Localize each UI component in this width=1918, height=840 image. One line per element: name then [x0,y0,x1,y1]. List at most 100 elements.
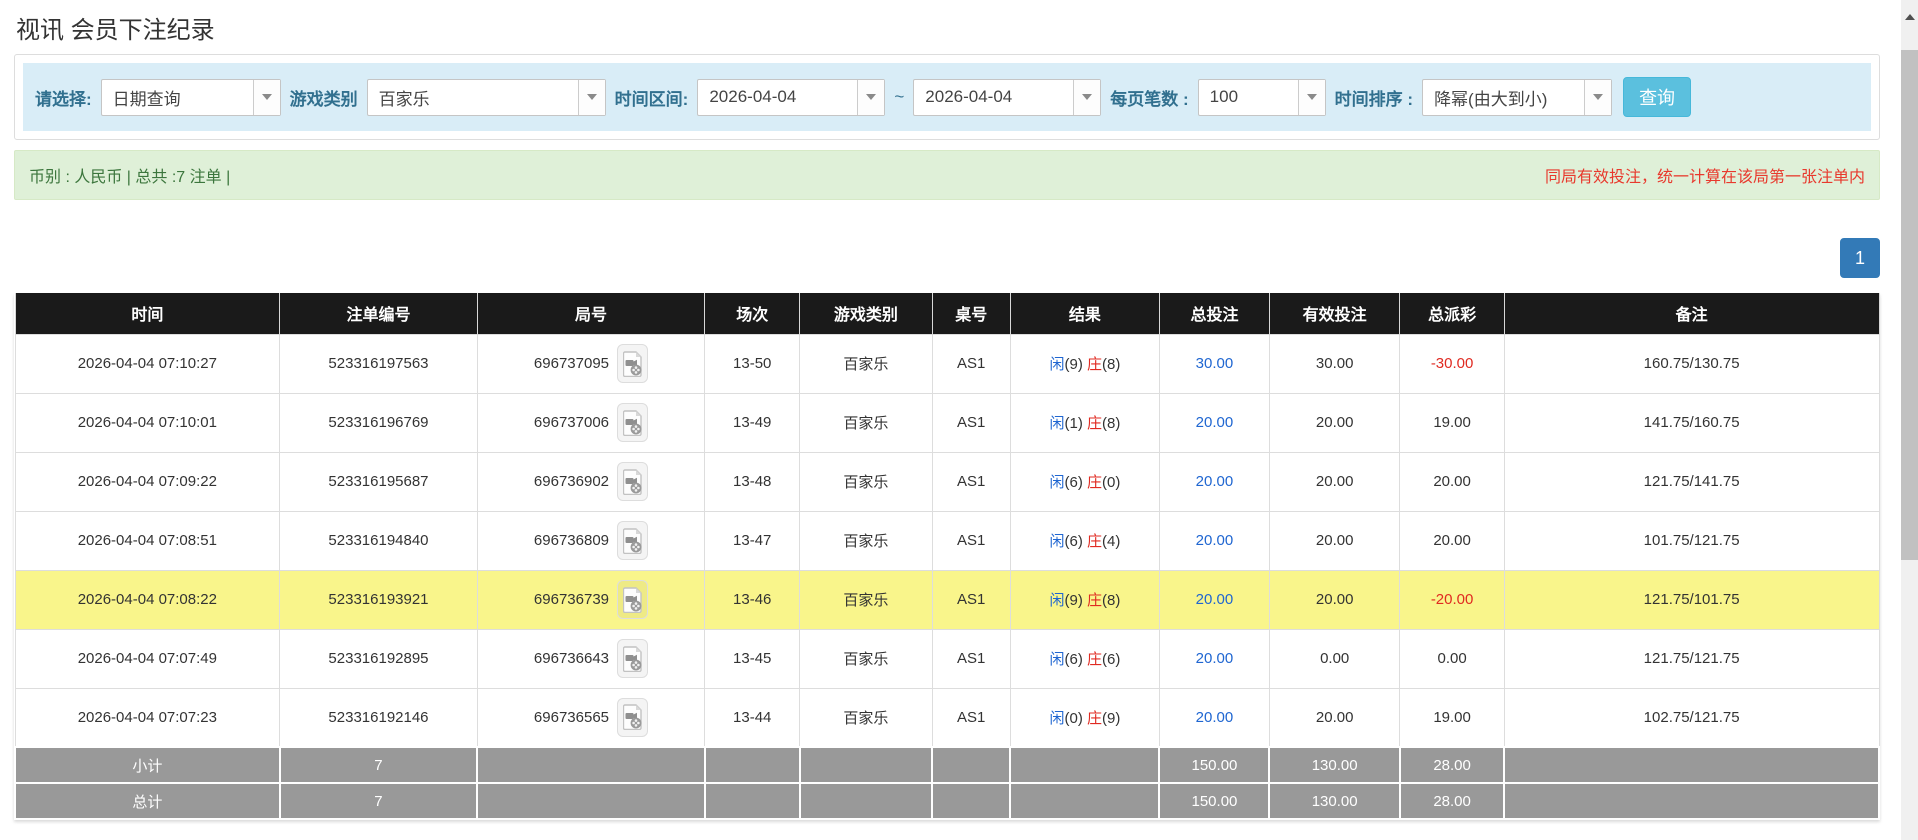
result-banker-label: 庄 [1087,356,1102,373]
page-1-button[interactable]: 1 [1840,238,1880,278]
result-player-score: (6) [1064,533,1082,550]
cell-payout: 0.00 [1400,629,1504,688]
result-banker-label: 庄 [1087,710,1102,727]
cell-time: 2026-04-04 07:07:49 [15,629,280,688]
cell-result: 闲(9) 庄(8) [1010,570,1159,629]
cell-total-bet: 30.00 [1159,334,1269,393]
cell-bet-id: 523316192146 [280,688,478,747]
cell-remark: 121.75/101.75 [1504,570,1879,629]
col-header-game-type: 游戏类别 [800,293,932,334]
total-valid-bet: 130.00 [1269,783,1399,819]
total-bet-link[interactable]: 20.00 [1196,473,1234,490]
total-bet-link[interactable]: 20.00 [1196,709,1234,726]
cell-time: 2026-04-04 07:08:51 [15,511,280,570]
currency-summary-text: 币别 : 人民币 | 总共 :7 注单 | [29,163,230,187]
vertical-scrollbar[interactable] [1901,0,1918,840]
result-player-score: (9) [1064,592,1082,609]
total-bet-link[interactable]: 20.00 [1196,591,1234,608]
table-row: 2026-04-04 07:07:49 523316192895 6967366… [15,629,1879,688]
cell-game-type: 百家乐 [800,511,932,570]
cell-valid-bet: 0.00 [1269,629,1399,688]
total-bet-link[interactable]: 20.00 [1196,532,1234,549]
round-number: 696736809 [534,532,609,549]
cell-payout: 20.00 [1400,452,1504,511]
cell-valid-bet: 20.00 [1269,688,1399,747]
subtotal-payout: 28.00 [1400,747,1504,783]
per-page-label: 每页笔数 : [1110,85,1188,110]
video-replay-button[interactable] [617,580,648,619]
video-record-icon [623,587,643,613]
cell-time: 2026-04-04 07:10:01 [15,393,280,452]
cell-valid-bet: 20.00 [1269,452,1399,511]
result-banker-label: 庄 [1087,592,1102,609]
cell-remark: 141.75/160.75 [1504,393,1879,452]
cell-payout: 20.00 [1400,511,1504,570]
cell-game-type: 百家乐 [800,393,932,452]
page-title: 视讯 会员下注纪录 [16,10,1880,45]
result-banker-score: (0) [1102,474,1120,491]
chevron-down-icon [1298,80,1325,115]
cell-round: 696736809 [477,511,704,570]
video-replay-button[interactable] [617,698,648,737]
cell-remark: 121.75/121.75 [1504,629,1879,688]
chevron-down-icon [1073,80,1100,115]
col-header-total-bet: 总投注 [1159,293,1269,334]
cell-session: 13-46 [705,570,800,629]
cell-table-no: AS1 [932,570,1010,629]
cell-time: 2026-04-04 07:07:23 [15,688,280,747]
cell-result: 闲(6) 庄(4) [1010,511,1159,570]
video-replay-button[interactable] [617,639,648,678]
video-replay-button[interactable] [617,403,648,442]
video-record-icon [623,646,643,672]
round-number: 696737095 [534,355,609,372]
time-range-label: 时间区间: [615,85,689,110]
total-bet-link[interactable]: 30.00 [1196,355,1234,372]
game-type-dropdown[interactable]: 百家乐 [367,79,606,116]
cell-bet-id: 523316196769 [280,393,478,452]
per-page-dropdown[interactable]: 100 [1198,79,1326,116]
result-banker-score: (8) [1102,415,1120,432]
scrollbar-thumb[interactable] [1901,50,1918,560]
date-to-dropdown[interactable]: 2026-04-04 [913,79,1101,116]
total-bet-link[interactable]: 20.00 [1196,414,1234,431]
cell-round: 696736565 [477,688,704,747]
result-player-score: (6) [1064,474,1082,491]
cell-result: 闲(6) 庄(6) [1010,629,1159,688]
video-replay-button[interactable] [617,462,648,501]
result-player-label: 闲 [1049,592,1064,609]
result-player-score: (6) [1064,651,1082,668]
video-record-icon [623,528,643,554]
table-row: 2026-04-04 07:09:22 523316195687 6967369… [15,452,1879,511]
video-replay-button[interactable] [617,521,648,560]
col-header-payout: 总派彩 [1400,293,1504,334]
cell-session: 13-47 [705,511,800,570]
main-content: 视讯 会员下注纪录 请选择: 日期查询 游戏类别 百家乐 时间区间: 2026-… [14,0,1880,820]
sort-order-dropdown[interactable]: 降幂(由大到小) [1422,79,1612,116]
cell-time: 2026-04-04 07:09:22 [15,452,280,511]
cell-payout: 19.00 [1400,393,1504,452]
table-row: 2026-04-04 07:08:22 523316193921 6967367… [15,570,1879,629]
result-banker-score: (9) [1102,710,1120,727]
video-replay-button[interactable] [617,344,648,383]
filter-panel: 请选择: 日期查询 游戏类别 百家乐 时间区间: 2026-04-04 ~ 20… [14,54,1880,140]
col-header-time: 时间 [15,293,280,334]
cell-round: 696737095 [477,334,704,393]
cell-bet-id: 523316197563 [280,334,478,393]
result-banker-label: 庄 [1087,651,1102,668]
total-payout: 28.00 [1400,783,1504,819]
date-from-dropdown[interactable]: 2026-04-04 [697,79,885,116]
cell-table-no: AS1 [932,688,1010,747]
scroll-up-button[interactable] [1901,0,1918,34]
query-button[interactable]: 查询 [1623,77,1691,117]
chevron-down-icon [253,80,280,115]
table-row: 2026-04-04 07:08:51 523316194840 6967368… [15,511,1879,570]
cell-total-bet: 20.00 [1159,393,1269,452]
total-bet-link[interactable]: 20.00 [1196,650,1234,667]
cell-total-bet: 20.00 [1159,688,1269,747]
result-player-score: (0) [1064,710,1082,727]
col-header-bet-id: 注单编号 [280,293,478,334]
query-type-dropdown[interactable]: 日期查询 [101,79,281,116]
result-player-score: (1) [1064,415,1082,432]
cell-total-bet: 20.00 [1159,629,1269,688]
result-player-label: 闲 [1049,533,1064,550]
